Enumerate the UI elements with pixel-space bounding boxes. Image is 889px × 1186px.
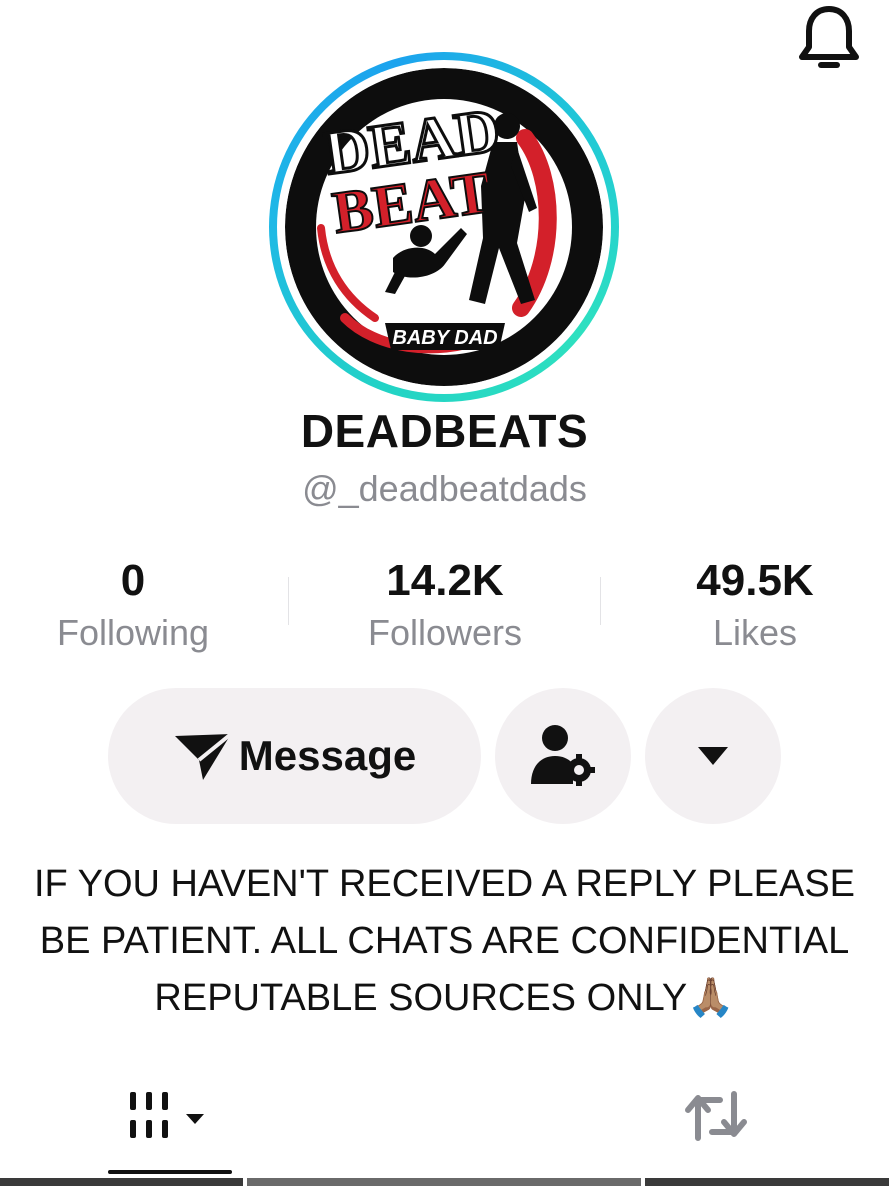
display-name: DEADBEATS	[300, 405, 589, 457]
stat-divider	[600, 577, 601, 625]
repost-icon	[685, 1091, 747, 1141]
likes-count: 49.5K	[696, 556, 814, 605]
tab-videos[interactable]	[108, 1076, 232, 1156]
bio-line-text: REPUTABLE SOURCES ONLY	[154, 977, 688, 1019]
grid-filter-icon	[130, 1092, 204, 1138]
notification-bell-button[interactable]	[790, 0, 868, 78]
video-thumbnail[interactable]	[247, 1178, 641, 1186]
bio-line: BE PATIENT. ALL CHATS ARE CONFIDENTIAL	[39, 920, 850, 962]
followers-label: Followers	[367, 612, 523, 653]
stat-likes: 49.5K Likes	[625, 555, 885, 657]
praying-hands-emoji: 🙏🏽	[687, 977, 735, 1019]
following-count: 0	[120, 556, 146, 605]
likes-label: Likes	[712, 612, 798, 653]
video-thumbnail[interactable]	[645, 1178, 889, 1186]
logo-tagline: BABY DAD	[392, 327, 497, 349]
profile-bio: IF YOU HAVEN'T RECEIVED A REPLY PLEASE B…	[0, 856, 889, 1027]
bio-line-last: REPUTABLE SOURCES ONLY🙏🏽	[0, 970, 889, 1027]
person-settings-icon	[531, 725, 595, 786]
username[interactable]: @_deadbeatdads	[0, 468, 889, 510]
message-button[interactable]: Message	[108, 688, 481, 824]
deadbeat-logo: DEAD BEAT BABY DAD	[285, 68, 603, 386]
followers-count: 14.2K	[386, 556, 504, 605]
stat-followers[interactable]: 14.2K Followers	[315, 555, 575, 657]
bio-line: IF YOU HAVEN'T RECEIVED A REPLY PLEASE	[33, 863, 856, 905]
following-label: Following	[56, 612, 210, 653]
stat-divider	[288, 577, 289, 625]
more-options-button[interactable]	[645, 688, 781, 824]
message-label: Message	[238, 732, 417, 779]
avatar-ring-gap: DEAD BEAT BABY DAD	[277, 60, 611, 394]
active-tab-indicator	[108, 1170, 232, 1174]
profile-avatar[interactable]: DEAD BEAT BABY DAD	[269, 52, 619, 402]
send-icon	[174, 732, 233, 780]
bell-icon	[799, 6, 859, 68]
add-friend-button[interactable]	[495, 688, 631, 824]
caret-down-icon	[698, 747, 728, 765]
tab-reposts[interactable]	[670, 1076, 762, 1156]
video-thumbnail[interactable]	[0, 1178, 243, 1186]
stat-following[interactable]: 0 Following	[3, 555, 263, 657]
